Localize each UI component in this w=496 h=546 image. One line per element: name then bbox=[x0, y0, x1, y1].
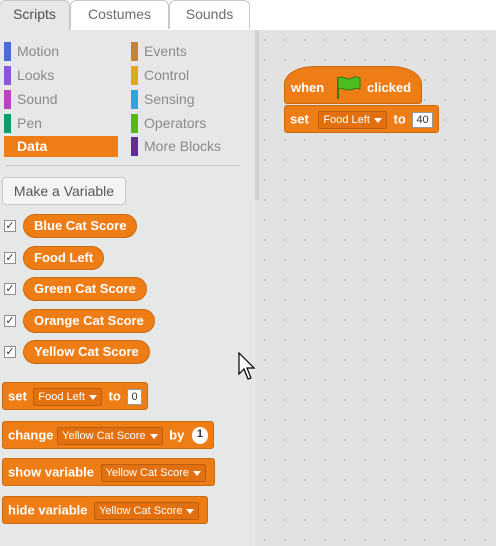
variable-reporter[interactable]: Orange Cat Score bbox=[23, 309, 155, 333]
category-looks[interactable]: Looks bbox=[4, 65, 120, 86]
block-keyword: when bbox=[291, 80, 325, 95]
value-input[interactable]: 1 bbox=[191, 427, 209, 445]
category-sound[interactable]: Sound bbox=[4, 89, 120, 110]
palette-scrollbar[interactable] bbox=[255, 30, 259, 200]
variable-checkbox[interactable]: ✓ bbox=[4, 283, 16, 295]
category-label: Sensing bbox=[144, 91, 195, 107]
pen-color-swatch bbox=[4, 114, 11, 133]
palette-divider bbox=[5, 165, 240, 166]
sensing-color-swatch bbox=[131, 90, 138, 109]
block-keyword: set bbox=[290, 111, 309, 127]
category-label: Motion bbox=[17, 43, 60, 59]
value-input[interactable]: 0 bbox=[127, 388, 142, 405]
control-color-swatch bbox=[131, 66, 138, 85]
dropdown-value: Yellow Cat Score bbox=[105, 466, 189, 479]
hide-variable-block[interactable]: hide variable Yellow Cat Score bbox=[2, 496, 209, 524]
looks-color-swatch bbox=[4, 66, 11, 85]
category-events[interactable]: Events bbox=[131, 41, 241, 62]
dropdown-value: Yellow Cat Score bbox=[62, 429, 146, 442]
category-data[interactable]: Data bbox=[4, 136, 118, 157]
category-label: Data bbox=[17, 138, 48, 154]
variable-checkbox[interactable]: ✓ bbox=[4, 315, 16, 327]
tab-bar: Scripts Costumes Sounds bbox=[0, 0, 496, 31]
block-palette: Motion Looks Sound Pen Data Events Contr… bbox=[0, 30, 255, 546]
motion-color-swatch bbox=[4, 42, 11, 61]
category-label: More Blocks bbox=[144, 138, 222, 154]
dropdown-arrow-icon bbox=[192, 470, 201, 476]
block-keyword: set bbox=[8, 388, 27, 404]
variable-dropdown[interactable]: Yellow Cat Score bbox=[57, 426, 163, 445]
events-color-swatch bbox=[131, 42, 138, 61]
script-set-variable-block[interactable]: set Food Left to 40 bbox=[284, 105, 439, 133]
category-operators[interactable]: Operators bbox=[131, 113, 241, 134]
tab-sounds[interactable]: Sounds bbox=[169, 0, 250, 29]
more-blocks-color-swatch bbox=[131, 137, 138, 156]
when-flag-clicked-block[interactable]: when clicked bbox=[284, 66, 422, 104]
dropdown-value: Food Left bbox=[38, 390, 85, 403]
category-more-blocks[interactable]: More Blocks bbox=[131, 136, 241, 157]
block-keyword: to bbox=[108, 388, 121, 404]
category-pen[interactable]: Pen bbox=[4, 113, 120, 134]
variable-dropdown[interactable]: Yellow Cat Score bbox=[100, 463, 206, 482]
value-input[interactable]: 40 bbox=[412, 111, 433, 128]
category-control[interactable]: Control bbox=[131, 65, 241, 86]
variable-reporter[interactable]: Green Cat Score bbox=[23, 277, 147, 301]
category-label: Sound bbox=[17, 91, 58, 107]
variable-reporter[interactable]: Blue Cat Score bbox=[23, 214, 138, 238]
variable-reporter[interactable]: Food Left bbox=[23, 246, 105, 270]
make-variable-button[interactable]: Make a Variable bbox=[2, 177, 126, 205]
dropdown-arrow-icon bbox=[149, 433, 158, 439]
green-flag-icon bbox=[337, 76, 361, 99]
block-keyword: hide variable bbox=[8, 502, 88, 518]
show-variable-block[interactable]: show variable Yellow Cat Score bbox=[2, 458, 215, 486]
variable-checkbox[interactable]: ✓ bbox=[4, 346, 16, 358]
category-label: Operators bbox=[144, 115, 207, 131]
category-label: Control bbox=[144, 67, 190, 83]
category-sensing[interactable]: Sensing bbox=[131, 89, 241, 110]
dropdown-arrow-icon bbox=[373, 117, 382, 123]
operators-color-swatch bbox=[131, 114, 138, 133]
set-variable-block[interactable]: set Food Left to 0 bbox=[2, 382, 148, 410]
tab-costumes[interactable]: Costumes bbox=[70, 0, 169, 29]
variable-reporter[interactable]: Yellow Cat Score bbox=[23, 340, 150, 364]
tab-scripts[interactable]: Scripts bbox=[0, 0, 70, 31]
category-label: Events bbox=[144, 43, 187, 59]
category-label: Pen bbox=[17, 115, 42, 131]
block-keyword: change bbox=[8, 427, 54, 443]
variable-checkbox[interactable]: ✓ bbox=[4, 252, 16, 264]
block-keyword: clicked bbox=[367, 80, 412, 95]
dropdown-value: Yellow Cat Score bbox=[99, 504, 183, 517]
change-variable-block[interactable]: change Yellow Cat Score by 1 bbox=[2, 421, 215, 449]
dropdown-arrow-icon bbox=[88, 394, 97, 400]
block-keyword: to bbox=[393, 111, 406, 127]
variable-dropdown[interactable]: Food Left bbox=[318, 110, 387, 129]
category-motion[interactable]: Motion bbox=[4, 41, 120, 62]
variable-dropdown[interactable]: Yellow Cat Score bbox=[94, 501, 200, 520]
mouse-cursor-icon bbox=[238, 352, 256, 380]
variable-checkbox[interactable]: ✓ bbox=[4, 220, 16, 232]
dropdown-value: Food Left bbox=[323, 113, 370, 126]
sound-color-swatch bbox=[4, 90, 11, 109]
block-keyword: by bbox=[169, 427, 185, 443]
block-keyword: show variable bbox=[8, 464, 94, 480]
category-label: Looks bbox=[17, 67, 55, 83]
dropdown-arrow-icon bbox=[186, 508, 195, 514]
variable-dropdown[interactable]: Food Left bbox=[33, 387, 102, 406]
